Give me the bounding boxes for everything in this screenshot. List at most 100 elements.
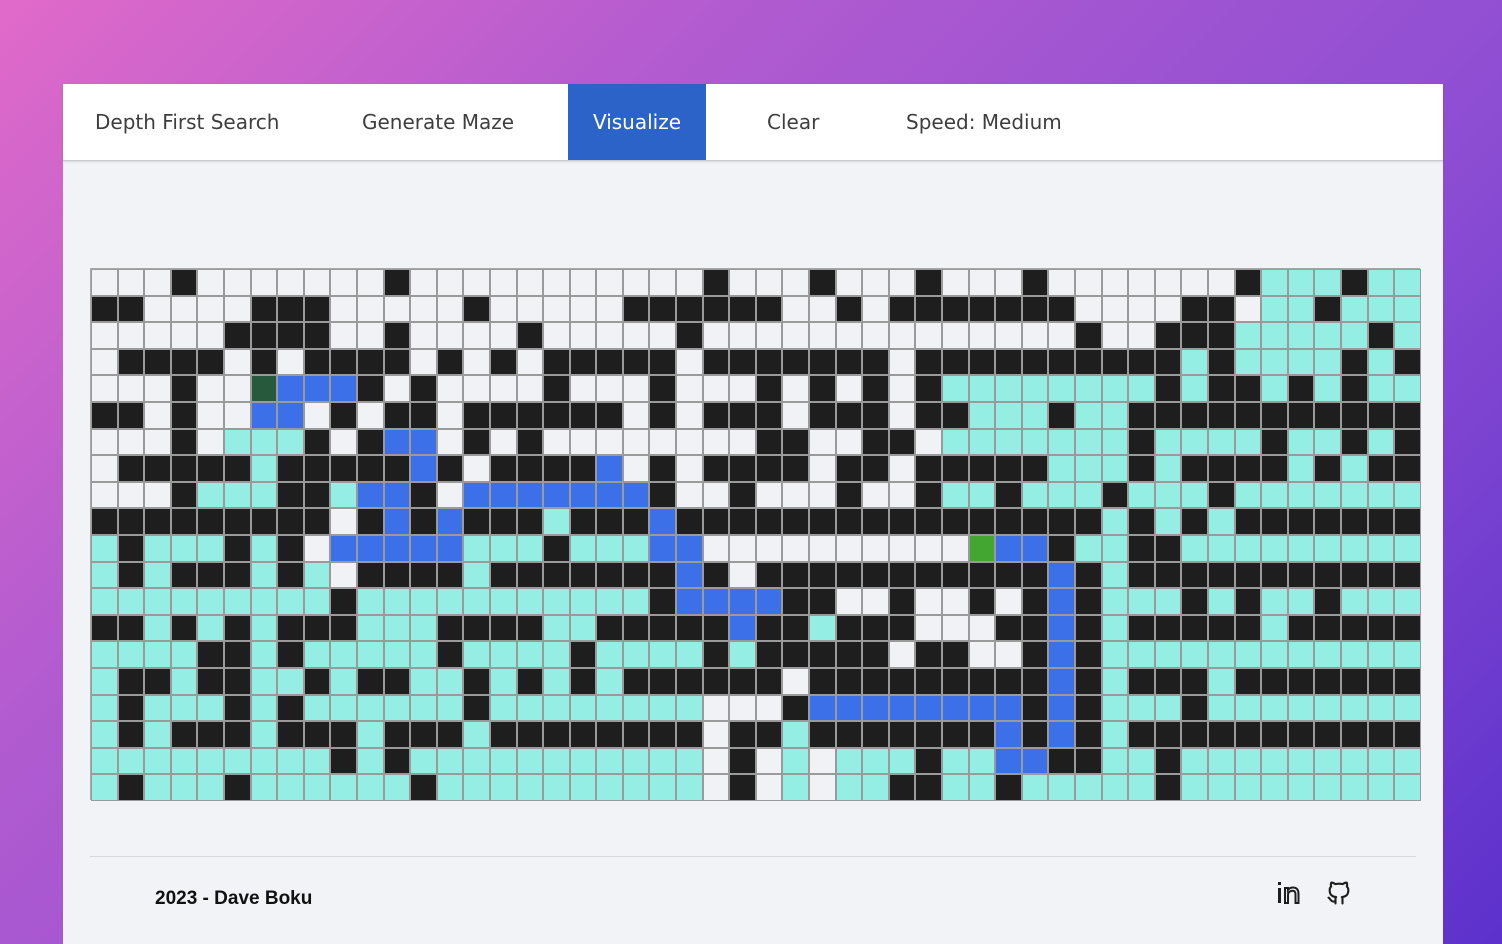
cell-visited[interactable]: [1207, 508, 1235, 535]
cell-unvisited[interactable]: [1074, 269, 1102, 296]
cell-wall[interactable]: [1340, 401, 1368, 429]
cell-wall[interactable]: [729, 774, 756, 801]
cell-wall[interactable]: [862, 455, 889, 482]
cell-visited[interactable]: [1101, 428, 1129, 456]
cell-wall[interactable]: [91, 508, 118, 535]
cell-unvisited[interactable]: [862, 322, 889, 349]
cell-wall[interactable]: [383, 401, 411, 429]
cell-wall[interactable]: [1287, 614, 1315, 642]
cell-wall[interactable]: [1287, 561, 1315, 589]
cell-wall[interactable]: [942, 295, 969, 323]
cell-visited[interactable]: [91, 588, 118, 615]
cell-visited[interactable]: [1181, 375, 1208, 402]
cell-unvisited[interactable]: [1207, 269, 1235, 296]
cell-path[interactable]: [1021, 534, 1049, 562]
cell-unvisited[interactable]: [144, 295, 171, 323]
cell-wall[interactable]: [197, 348, 224, 376]
cell-wall[interactable]: [622, 721, 650, 748]
cell-wall[interactable]: [250, 508, 278, 535]
cell-path[interactable]: [383, 508, 411, 535]
cell-wall[interactable]: [1128, 534, 1155, 562]
cell-wall[interactable]: [676, 667, 703, 695]
cell-unvisited[interactable]: [729, 375, 756, 402]
cell-visited[interactable]: [410, 747, 437, 775]
cell-unvisited[interactable]: [91, 481, 118, 509]
cell-visited[interactable]: [1074, 774, 1102, 801]
cell-path[interactable]: [1048, 588, 1075, 615]
cell-wall[interactable]: [1207, 322, 1235, 349]
cell-visited[interactable]: [170, 774, 198, 801]
cell-wall[interactable]: [729, 295, 756, 323]
cell-wall[interactable]: [1314, 667, 1341, 695]
cell-unvisited[interactable]: [915, 428, 942, 456]
cell-unvisited[interactable]: [835, 322, 863, 349]
cell-visited[interactable]: [463, 561, 490, 589]
cell-visited[interactable]: [250, 721, 278, 748]
cell-visited[interactable]: [1154, 694, 1182, 722]
cell-visited[interactable]: [91, 534, 118, 562]
cell-unvisited[interactable]: [888, 269, 916, 296]
cell-wall[interactable]: [277, 322, 304, 349]
cell-wall[interactable]: [942, 508, 969, 535]
cell-visited[interactable]: [1154, 508, 1182, 535]
cell-visited[interactable]: [1074, 534, 1102, 562]
cell-visited[interactable]: [330, 481, 357, 509]
cell-unvisited[interactable]: [888, 322, 916, 349]
cell-wall[interactable]: [516, 322, 544, 349]
cell-visited[interactable]: [1394, 375, 1421, 402]
cell-wall[interactable]: [1021, 667, 1049, 695]
cell-path[interactable]: [383, 481, 411, 509]
cell-visited[interactable]: [144, 534, 171, 562]
cell-wall[interactable]: [383, 667, 411, 695]
cell-wall[interactable]: [1181, 588, 1208, 615]
cell-wall[interactable]: [729, 348, 756, 376]
cell-visited[interactable]: [356, 641, 384, 668]
cell-wall[interactable]: [463, 295, 490, 323]
cell-visited[interactable]: [197, 614, 224, 642]
cell-visited[interactable]: [250, 561, 278, 589]
cell-visited[interactable]: [1314, 375, 1341, 402]
cell-unvisited[interactable]: [117, 481, 145, 509]
cell-visited[interactable]: [1261, 694, 1288, 722]
cell-unvisited[interactable]: [755, 774, 783, 801]
cell-visited[interactable]: [436, 588, 464, 615]
cell-wall[interactable]: [223, 641, 251, 668]
cell-visited[interactable]: [1367, 375, 1395, 402]
cell-wall[interactable]: [702, 455, 730, 482]
cell-wall[interactable]: [942, 348, 969, 376]
cell-unvisited[interactable]: [489, 428, 517, 456]
cell-unvisited[interactable]: [622, 269, 650, 296]
cell-unvisited[interactable]: [91, 269, 118, 296]
cell-visited[interactable]: [144, 747, 171, 775]
cell-unvisited[interactable]: [1101, 269, 1129, 296]
cell-wall[interactable]: [170, 508, 198, 535]
cell-wall[interactable]: [91, 614, 118, 642]
cell-end[interactable]: [968, 534, 996, 562]
cell-unvisited[interactable]: [942, 588, 969, 615]
cell-wall[interactable]: [516, 614, 544, 642]
cell-wall[interactable]: [915, 641, 942, 668]
cell-wall[interactable]: [330, 614, 357, 642]
cell-unvisited[interactable]: [622, 401, 650, 429]
cell-wall[interactable]: [995, 614, 1022, 642]
cell-wall[interactable]: [915, 481, 942, 509]
cell-unvisited[interactable]: [596, 269, 623, 296]
cell-wall[interactable]: [1207, 561, 1235, 589]
cell-unvisited[interactable]: [144, 375, 171, 402]
cell-path[interactable]: [277, 401, 304, 429]
cell-visited[interactable]: [1048, 481, 1075, 509]
cell-visited[interactable]: [1101, 375, 1129, 402]
cell-wall[interactable]: [410, 401, 437, 429]
cell-wall[interactable]: [1234, 269, 1262, 296]
cell-visited[interactable]: [1314, 694, 1341, 722]
cell-visited[interactable]: [436, 747, 464, 775]
cell-wall[interactable]: [942, 455, 969, 482]
cell-unvisited[interactable]: [702, 721, 730, 748]
cell-wall[interactable]: [782, 588, 810, 615]
cell-wall[interactable]: [463, 667, 490, 695]
cell-wall[interactable]: [1074, 508, 1102, 535]
cell-wall[interactable]: [676, 508, 703, 535]
cell-wall[interactable]: [968, 295, 996, 323]
cell-path[interactable]: [995, 534, 1022, 562]
cell-wall[interactable]: [303, 667, 331, 695]
